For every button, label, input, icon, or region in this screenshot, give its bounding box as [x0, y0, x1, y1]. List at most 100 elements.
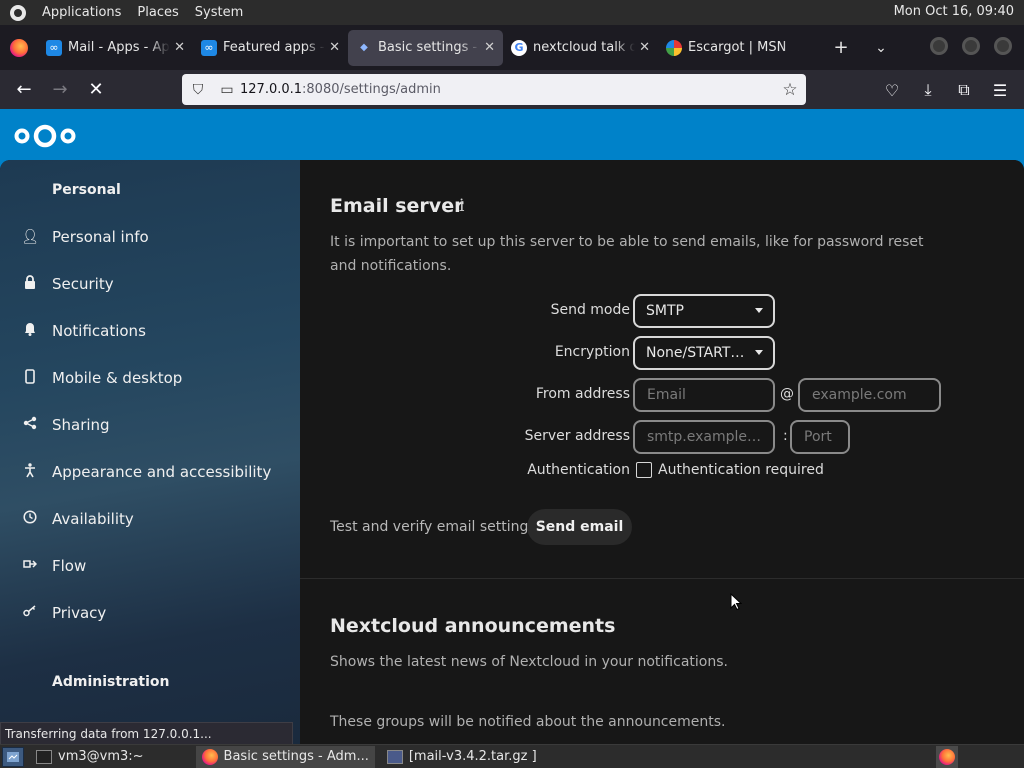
sidebar-item-label: Sharing — [52, 416, 110, 434]
sidebar-item-label: Notifications — [52, 322, 146, 340]
sidebar-item-flow[interactable]: Flow — [0, 544, 300, 588]
key-icon — [18, 605, 42, 621]
server-address-label: Server address — [524, 428, 630, 444]
sidebar-item-appearance[interactable]: Appearance and accessibility — [0, 450, 300, 494]
clock-icon — [18, 510, 42, 528]
sidebar-item-privacy[interactable]: Privacy — [0, 591, 300, 635]
close-icon[interactable]: ✕ — [329, 40, 340, 55]
server-address-placeholder: smtp.example… — [647, 429, 762, 445]
stop-loading-icon[interactable]: ✕ — [78, 74, 114, 106]
authentication-label: Authentication — [527, 462, 630, 478]
sidebar-item-security[interactable]: Security — [0, 262, 300, 306]
share-icon — [18, 416, 42, 434]
nextcloud-logo-icon[interactable] — [14, 123, 76, 149]
personal-caption: Personal — [52, 182, 121, 198]
sidebar-item-label: Appearance and accessibility — [52, 463, 272, 481]
firefox-view-button[interactable] — [0, 25, 38, 70]
nextcloud-icon — [201, 39, 217, 56]
server-address-input[interactable]: smtp.example… — [633, 420, 775, 454]
tab-title: Featured apps - — [223, 40, 325, 55]
pocket-icon[interactable]: ♡ — [874, 74, 910, 106]
browser-tab-strip: Mail - Apps - Ap ✕ Featured apps - ✕ ◆ B… — [0, 25, 1024, 70]
test-email-label: Test and verify email settings — [330, 519, 536, 535]
back-arrow-icon[interactable]: ← — [6, 74, 42, 106]
tab-title: Escargot | MSN — [688, 40, 787, 55]
close-icon[interactable]: ✕ — [174, 40, 185, 55]
bookmark-star-icon[interactable]: ☆ — [774, 80, 806, 100]
firefox-icon — [201, 748, 218, 765]
close-icon[interactable]: ✕ — [639, 40, 650, 55]
taskbar-item-firefox[interactable]: Basic settings - Adm... — [195, 745, 375, 768]
escargot-icon — [666, 39, 682, 56]
url-bar[interactable]: ⛉ ▭ 127.0.0.1:8080/settings/admin ☆ — [182, 74, 806, 105]
send-email-button[interactable]: Send email — [527, 509, 632, 545]
extensions-icon[interactable]: ⧉ — [946, 74, 982, 106]
download-icon[interactable]: ⤓ — [910, 74, 946, 106]
port-separator: : — [783, 428, 788, 444]
tab-escargot[interactable]: Escargot | MSN — [658, 30, 813, 66]
tab-nextcloud-talk[interactable]: G nextcloud talk d ✕ — [503, 30, 658, 66]
hamburger-menu-icon[interactable]: ☰ — [982, 74, 1018, 106]
from-address-label: From address — [535, 386, 630, 402]
bottom-taskbar: vm3@vm3:~ Basic settings - Adm... [mail-… — [0, 744, 1024, 768]
sidebar-item-mobile-desktop[interactable]: Mobile & desktop — [0, 356, 300, 400]
workspace-switcher[interactable] — [936, 746, 958, 768]
encryption-value: None/START… — [646, 345, 745, 361]
terminal-icon — [36, 749, 52, 764]
tab-title: nextcloud talk d — [533, 40, 636, 55]
flow-icon — [18, 558, 42, 574]
send-mode-value: SMTP — [646, 303, 684, 319]
sidebar-item-label: Privacy — [52, 604, 107, 622]
status-panel: Transferring data from 127.0.0.1... — [0, 722, 293, 744]
google-icon: G — [511, 39, 527, 56]
tab-title: Mail - Apps - Ap — [68, 40, 170, 55]
encryption-select[interactable]: None/START… — [633, 336, 775, 370]
administration-caption: Administration — [52, 674, 170, 690]
close-icon[interactable]: ✕ — [484, 40, 495, 55]
shield-icon[interactable]: ⛉ — [182, 82, 214, 98]
sidebar-item-label: Availability — [52, 510, 134, 528]
show-desktop-icon[interactable] — [2, 746, 24, 767]
from-address-input[interactable]: Email — [633, 378, 775, 412]
taskbar-item-archive[interactable]: [mail-v3.4.2.tar.gz ] — [381, 746, 543, 768]
sidebar-item-sharing[interactable]: Sharing — [0, 403, 300, 447]
clock[interactable]: Mon Oct 16, 09:40 — [894, 4, 1014, 19]
tab-mail-apps[interactable]: Mail - Apps - Ap ✕ — [38, 30, 193, 66]
browser-nav-bar: ← → ✕ ⛉ ▭ 127.0.0.1:8080/settings/admin … — [0, 70, 1024, 109]
tab-featured-apps[interactable]: Featured apps - ✕ — [193, 30, 348, 66]
sidebar-item-label: Mobile & desktop — [52, 369, 183, 387]
close-window-button[interactable] — [994, 37, 1012, 55]
page-info-icon[interactable]: ▭ — [214, 82, 240, 98]
sidebar-item-notifications[interactable]: Notifications — [0, 309, 300, 353]
places-menu[interactable]: Places — [137, 5, 178, 20]
lock-icon — [18, 275, 42, 293]
phone-icon — [18, 368, 42, 388]
content-container: Personal 👤︎ Personal info Security Notif… — [0, 160, 1024, 744]
info-icon[interactable]: i — [459, 196, 464, 216]
section-divider — [300, 578, 1024, 579]
port-input[interactable]: Port — [790, 420, 850, 454]
sidebar-item-personal-info[interactable]: 👤︎ Personal info — [0, 215, 300, 259]
nextcloud-icon — [46, 39, 62, 56]
at-sign: @ — [780, 386, 794, 402]
from-domain-input[interactable]: example.com — [798, 378, 941, 412]
minimize-button[interactable] — [930, 37, 948, 55]
chevron-down-icon[interactable]: ⌄ — [861, 40, 901, 56]
applications-menu[interactable]: Applications — [42, 5, 121, 20]
authentication-required-label[interactable]: Authentication required — [658, 462, 824, 478]
url-text[interactable]: 127.0.0.1:8080/settings/admin — [240, 82, 774, 97]
bell-icon — [18, 322, 42, 340]
distro-logo-icon[interactable] — [10, 4, 26, 21]
sidebar-item-availability[interactable]: Availability — [0, 497, 300, 541]
announcements-title: Nextcloud announcements — [330, 615, 616, 637]
system-menu[interactable]: System — [195, 5, 243, 20]
forward-arrow-icon[interactable]: → — [42, 74, 78, 106]
send-mode-select[interactable]: SMTP — [633, 294, 775, 328]
taskbar-item-terminal[interactable]: vm3@vm3:~ — [30, 746, 150, 768]
authentication-checkbox[interactable] — [636, 462, 652, 478]
settings-sidebar: Personal 👤︎ Personal info Security Notif… — [0, 160, 300, 744]
sidebar-item-label: Flow — [52, 557, 87, 575]
maximize-button[interactable] — [962, 37, 980, 55]
tab-basic-settings[interactable]: ◆ Basic settings - ✕ — [348, 29, 503, 66]
new-tab-icon[interactable]: + — [821, 37, 861, 58]
